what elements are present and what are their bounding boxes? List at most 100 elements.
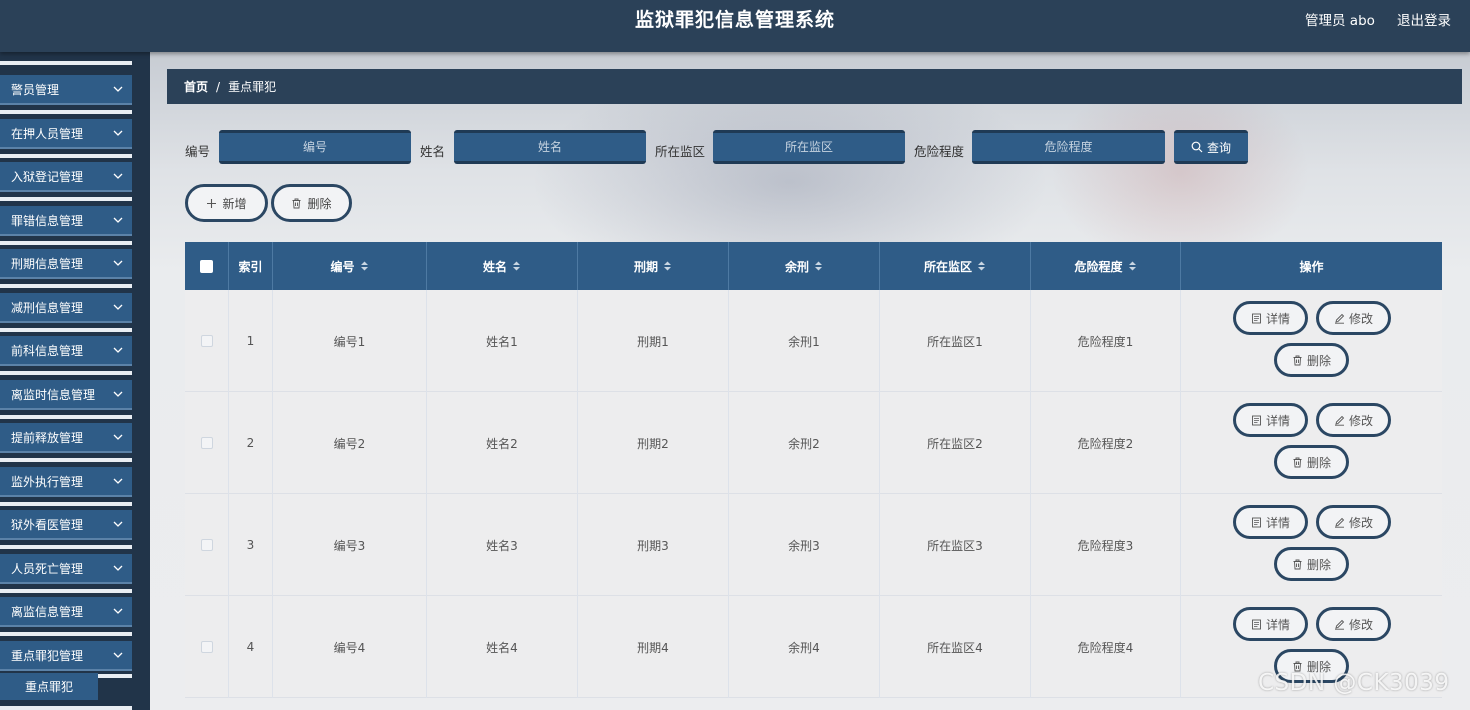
- column-header-label: 编号: [330, 259, 355, 274]
- document-icon: [1252, 313, 1261, 323]
- sort-icon: [978, 261, 985, 271]
- column-header-label: 所在监区: [923, 259, 972, 274]
- search-input-name[interactable]: [454, 130, 646, 164]
- column-header-label: 姓名: [482, 259, 507, 274]
- delete-button[interactable]: 删除: [1274, 343, 1349, 377]
- cell-area: 所在监区1: [880, 290, 1031, 392]
- sidebar-item-departure[interactable]: 离监信息管理: [0, 597, 132, 627]
- table-row: 2 编号2 姓名2 刑期2 余刑2 所在监区2 危险程度2 详情 修改 删除: [185, 392, 1442, 494]
- edit-button[interactable]: 修改: [1316, 505, 1391, 539]
- row-checkbox[interactable]: [200, 539, 213, 551]
- sidebar-subitem-key-offenders[interactable]: 重点罪犯: [0, 673, 98, 700]
- sidebar-item-external-execution[interactable]: 监外执行管理: [0, 467, 132, 497]
- main-content: 首页 / 重点罪犯 编号 姓名 所在监区 危险程度 查询 新增 删除 索引 编号: [150, 52, 1470, 710]
- breadcrumb-separator: /: [216, 79, 221, 94]
- cell-name: 姓名3: [427, 494, 578, 596]
- search-input-code[interactable]: [219, 130, 411, 164]
- trash-icon: [292, 198, 301, 208]
- cell-remaining: 余刑3: [729, 494, 880, 596]
- sidebar-divider: [0, 706, 132, 710]
- column-header-name[interactable]: 姓名: [427, 242, 578, 290]
- search-label-code: 编号: [185, 144, 211, 159]
- column-header-label: 刑期: [633, 259, 658, 274]
- chevron-down-icon: [113, 130, 123, 136]
- cell-danger: 危险程度4: [1031, 596, 1181, 698]
- column-header-label: 索引: [238, 259, 263, 274]
- breadcrumb-home[interactable]: 首页: [184, 78, 208, 95]
- detail-button[interactable]: 详情: [1233, 301, 1308, 335]
- select-all-cell: [185, 242, 229, 290]
- watermark: CSDN @CK3039: [1258, 670, 1450, 696]
- search-input-danger[interactable]: [972, 130, 1165, 164]
- sidebar-divider: [0, 589, 132, 593]
- sidebar-item-commutation[interactable]: 减刑信息管理: [0, 293, 132, 323]
- column-header-area[interactable]: 所在监区: [880, 242, 1031, 290]
- table-row: 4 编号4 姓名4 刑期4 余刑4 所在监区4 危险程度4 详情 修改 删除: [185, 596, 1442, 698]
- edit-button[interactable]: 修改: [1316, 607, 1391, 641]
- column-header-remaining[interactable]: 余刑: [729, 242, 880, 290]
- sidebar-item-key-offenders[interactable]: 重点罪犯管理: [0, 641, 132, 671]
- sidebar-item-early-release[interactable]: 提前释放管理: [0, 423, 132, 453]
- cell-actions: 详情 修改 删除: [1181, 392, 1442, 494]
- sidebar-item-death[interactable]: 人员死亡管理: [0, 554, 132, 584]
- cell-name: 姓名4: [427, 596, 578, 698]
- chevron-down-icon: [113, 608, 123, 614]
- sidebar-divider: [0, 458, 132, 462]
- chevron-down-icon: [113, 86, 123, 92]
- chevron-down-icon: [113, 391, 123, 397]
- sidebar-item-outside-medical[interactable]: 狱外看医管理: [0, 510, 132, 540]
- sidebar-item-sentence[interactable]: 刑期信息管理: [0, 249, 132, 279]
- logout-link[interactable]: 退出登录: [1397, 9, 1451, 29]
- sidebar-item-label: 入狱登记管理: [11, 169, 84, 184]
- sidebar-item-leave-info[interactable]: 离监时信息管理: [0, 380, 132, 410]
- add-button[interactable]: 新增: [185, 184, 268, 222]
- sidebar-divider: [0, 154, 132, 158]
- sidebar-item-label: 离监时信息管理: [11, 387, 96, 402]
- pencil-icon: [1334, 313, 1345, 324]
- sidebar-item-label: 离监信息管理: [11, 604, 84, 619]
- search-label-name: 姓名: [420, 144, 446, 159]
- column-header-label: 操作: [1299, 259, 1324, 274]
- column-header-code[interactable]: 编号: [273, 242, 427, 290]
- sidebar-item-label: 人员死亡管理: [11, 561, 84, 576]
- document-icon: [1252, 619, 1261, 629]
- sidebar-item-police[interactable]: 警员管理: [0, 75, 132, 105]
- chevron-down-icon: [113, 260, 123, 266]
- search-label-danger: 危险程度: [914, 144, 965, 159]
- table-row: 1 编号1 姓名1 刑期1 余刑1 所在监区1 危险程度1 详情 修改 删除: [185, 290, 1442, 392]
- sidebar-item-admission[interactable]: 入狱登记管理: [0, 162, 132, 192]
- column-header-term[interactable]: 刑期: [578, 242, 729, 290]
- delete-button[interactable]: 删除: [1274, 445, 1349, 479]
- search-input-area[interactable]: [713, 130, 905, 164]
- sidebar-divider: [0, 197, 132, 201]
- sidebar-divider: [0, 61, 132, 65]
- sidebar-item-prior-record[interactable]: 前科信息管理: [0, 336, 132, 366]
- document-icon: [1252, 415, 1261, 425]
- sidebar-divider: [0, 328, 132, 332]
- delete-button-label: 删除: [1306, 455, 1331, 470]
- column-header-danger[interactable]: 危险程度: [1031, 242, 1181, 290]
- cell-index: 3: [229, 494, 273, 596]
- row-checkbox[interactable]: [200, 335, 213, 347]
- cell-term: 刑期3: [578, 494, 729, 596]
- edit-button-label: 修改: [1348, 413, 1373, 428]
- current-user: 管理员 abo: [1305, 13, 1375, 29]
- select-all-checkbox[interactable]: [200, 259, 213, 273]
- cell-term: 刑期4: [578, 596, 729, 698]
- edit-button[interactable]: 修改: [1316, 301, 1391, 335]
- search-button[interactable]: 查询: [1174, 130, 1248, 164]
- batch-delete-button[interactable]: 删除: [271, 184, 352, 222]
- cell-name: 姓名1: [427, 290, 578, 392]
- pencil-icon: [1334, 517, 1345, 528]
- chevron-down-icon: [113, 434, 123, 440]
- detail-button[interactable]: 详情: [1233, 607, 1308, 641]
- detail-button[interactable]: 详情: [1233, 403, 1308, 437]
- edit-button[interactable]: 修改: [1316, 403, 1391, 437]
- sidebar-item-detainees[interactable]: 在押人员管理: [0, 119, 132, 149]
- delete-button[interactable]: 删除: [1274, 547, 1349, 581]
- detail-button[interactable]: 详情: [1233, 505, 1308, 539]
- sidebar-item-offenses[interactable]: 罪错信息管理: [0, 206, 132, 236]
- chevron-down-icon: [113, 347, 123, 353]
- row-checkbox[interactable]: [200, 641, 213, 653]
- row-checkbox[interactable]: [200, 437, 213, 449]
